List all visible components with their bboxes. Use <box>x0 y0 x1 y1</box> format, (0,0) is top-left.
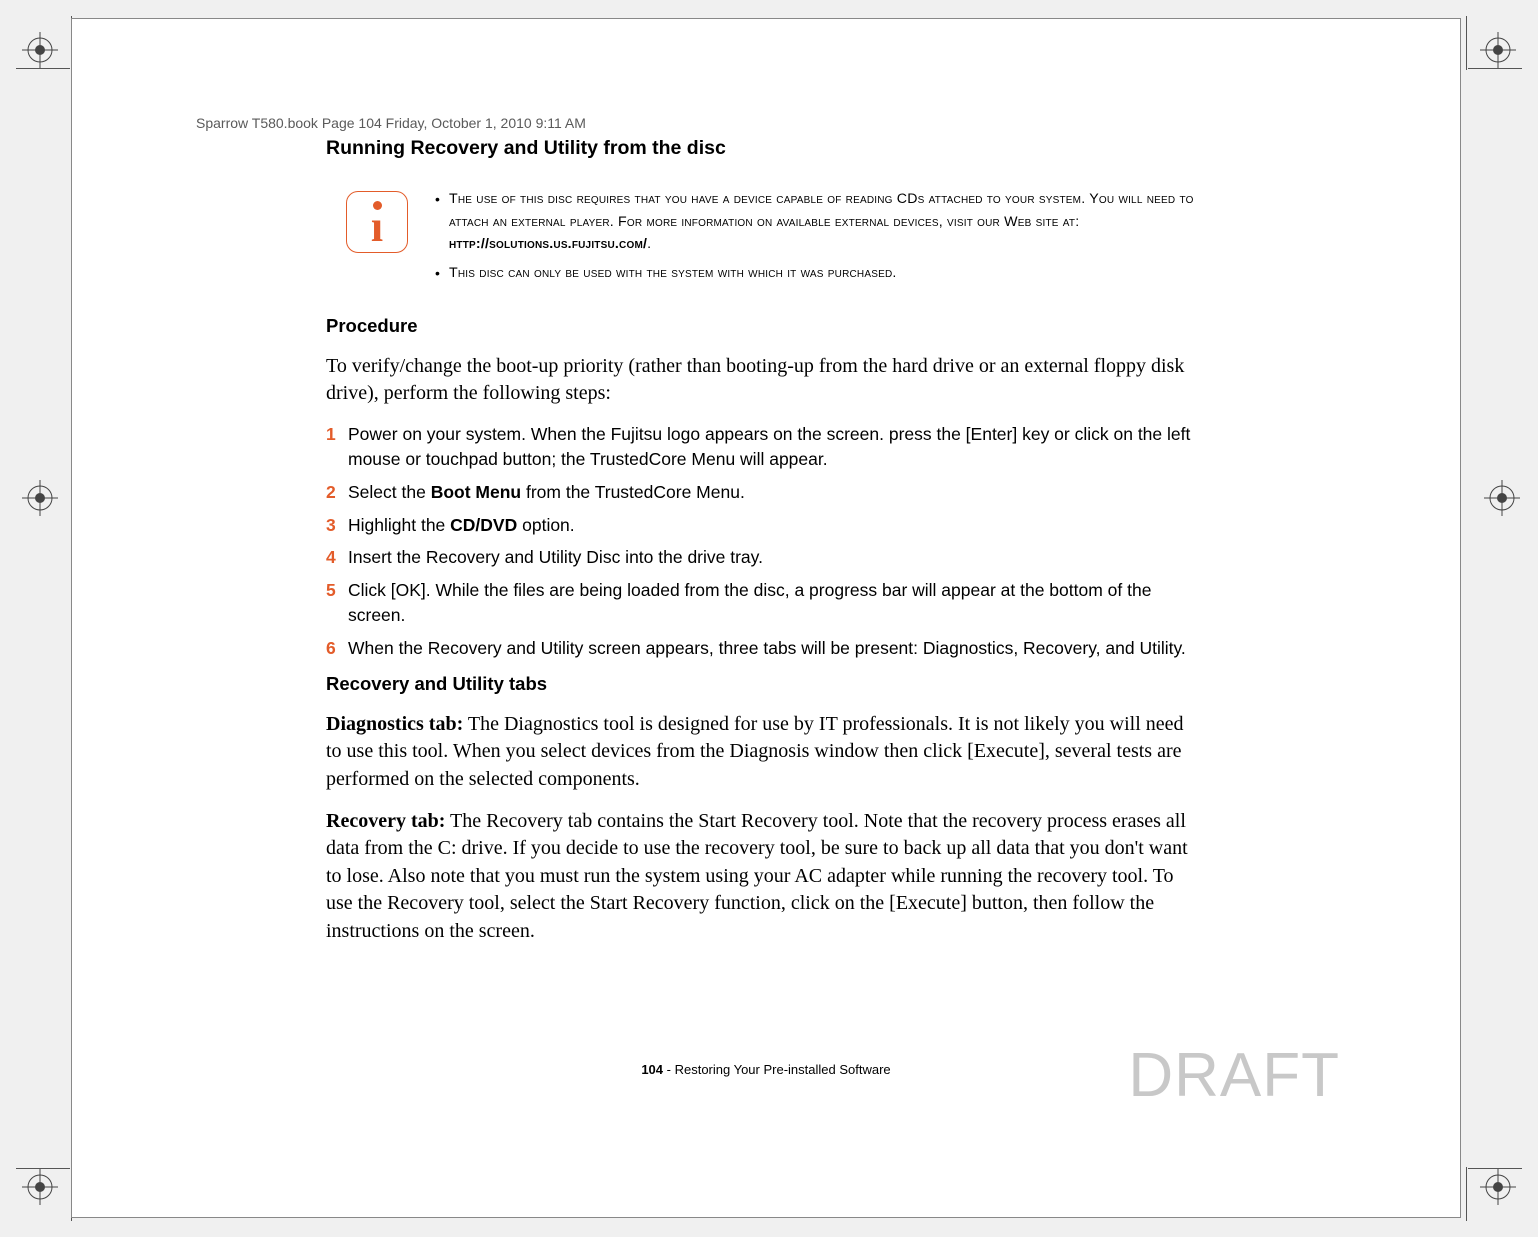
registration-mark-icon <box>1480 1169 1516 1205</box>
step-text: Select the Boot Menu from the TrustedCor… <box>348 480 1202 505</box>
step-number: 1 <box>326 422 348 472</box>
step-item: 6When the Recovery and Utility screen ap… <box>326 636 1202 661</box>
crop-mark <box>1468 68 1522 69</box>
crop-mark <box>16 1168 70 1169</box>
recovery-label: Recovery tab: <box>326 810 445 832</box>
step-text: When the Recovery and Utility screen app… <box>348 636 1202 661</box>
step-number: 2 <box>326 480 348 505</box>
header-runner: Sparrow T580.book Page 104 Friday, Octob… <box>196 115 586 131</box>
crop-mark <box>1466 1167 1467 1221</box>
step-item: 5Click [OK]. While the files are being l… <box>326 578 1202 628</box>
step-item: 4Insert the Recovery and Utility Disc in… <box>326 545 1202 570</box>
procedure-heading: Procedure <box>326 315 1202 337</box>
step-text: Insert the Recovery and Utility Disc int… <box>348 545 1202 570</box>
page-number: 104 <box>641 1062 663 1077</box>
registration-mark-icon <box>22 480 58 516</box>
step-text: Click [OK]. While the files are being lo… <box>348 578 1202 628</box>
recovery-paragraph: Recovery tab: The Recovery tab contains … <box>326 808 1202 946</box>
diagnostics-paragraph: Diagnostics tab: The Diagnostics tool is… <box>326 711 1202 794</box>
info-bullet: This disc can only be used with the syst… <box>449 262 1202 285</box>
crop-mark <box>16 68 70 69</box>
registration-mark-icon <box>22 1169 58 1205</box>
crop-mark <box>1466 16 1467 70</box>
step-number: 6 <box>326 636 348 661</box>
step-item: 3Highlight the CD/DVD option. <box>326 513 1202 538</box>
draft-watermark: DRAFT <box>1128 1040 1340 1111</box>
diagnostics-label: Diagnostics tab: <box>326 713 463 735</box>
tabs-heading: Recovery and Utility tabs <box>326 673 1202 695</box>
page-frame: Sparrow T580.book Page 104 Friday, Octob… <box>71 18 1461 1218</box>
step-item: 2Select the Boot Menu from the TrustedCo… <box>326 480 1202 505</box>
info-bullets: The use of this disc requires that you h… <box>436 188 1202 291</box>
recovery-body: The Recovery tab contains the Start Reco… <box>326 810 1188 942</box>
info-bullet: The use of this disc requires that you h… <box>449 188 1202 256</box>
procedure-intro: To verify/change the boot-up priority (r… <box>326 353 1202 408</box>
section-title: Running Recovery and Utility from the di… <box>326 137 1202 160</box>
step-item: 1Power on your system. When the Fujitsu … <box>326 422 1202 472</box>
info-callout: ı The use of this disc requires that you… <box>326 188 1202 291</box>
step-number: 3 <box>326 513 348 538</box>
steps-block: 1Power on your system. When the Fujitsu … <box>326 422 1202 661</box>
step-text: Power on your system. When the Fujitsu l… <box>348 422 1202 472</box>
registration-mark-icon <box>1480 32 1516 68</box>
step-number: 5 <box>326 578 348 628</box>
registration-mark-icon <box>22 32 58 68</box>
info-icon: ı <box>346 191 408 253</box>
registration-mark-icon <box>1484 480 1520 516</box>
footer-section-title: - Restoring Your Pre-installed Software <box>663 1062 891 1077</box>
crop-mark <box>1468 1168 1522 1169</box>
content-area: Running Recovery and Utility from the di… <box>326 137 1202 960</box>
info-icon-wrap: ı <box>326 188 436 253</box>
step-number: 4 <box>326 545 348 570</box>
step-text: Highlight the CD/DVD option. <box>348 513 1202 538</box>
